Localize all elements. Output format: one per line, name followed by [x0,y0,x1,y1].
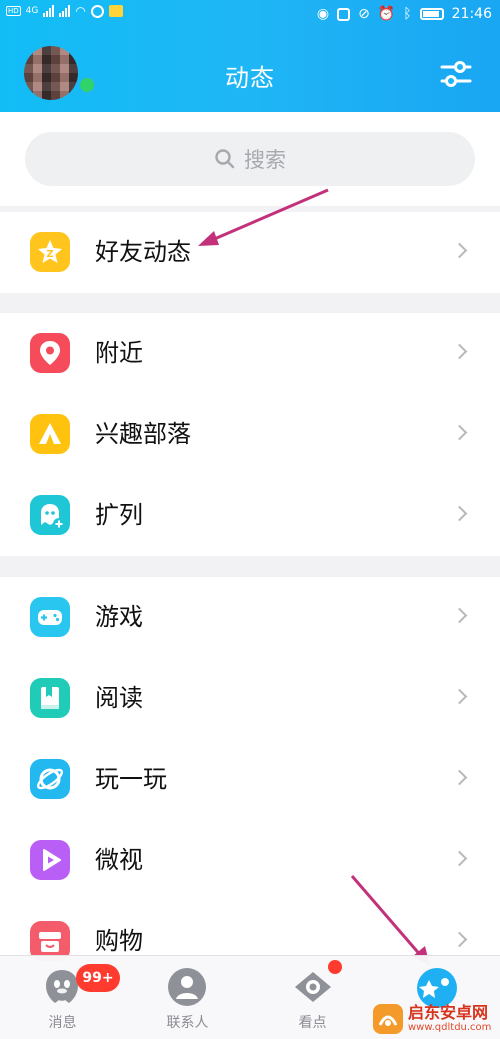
annotation-arrows [198,188,430,966]
unread-badge: 99+ [76,964,120,992]
watermark-url: www.qdltdu.com [408,1022,492,1033]
contacts-icon [168,968,206,1006]
new-content-dot [328,960,342,974]
eye-icon [295,972,331,1002]
arrow-to-friends-feed [198,188,329,246]
tab-label: 消息 [48,1015,77,1031]
watermark-title: 启东安卓网 [408,1003,489,1022]
tab-contacts[interactable]: 联系人 [125,956,250,1039]
tab-label: 联系人 [166,1015,209,1031]
watermark: 启东安卓网 www.qdltdu.com [372,1000,498,1038]
watermark-logo-icon [373,1004,403,1034]
tab-discover[interactable]: 看点 [250,956,375,1039]
arrow-to-active-tab [350,875,430,966]
tab-label: 看点 [298,1015,327,1031]
